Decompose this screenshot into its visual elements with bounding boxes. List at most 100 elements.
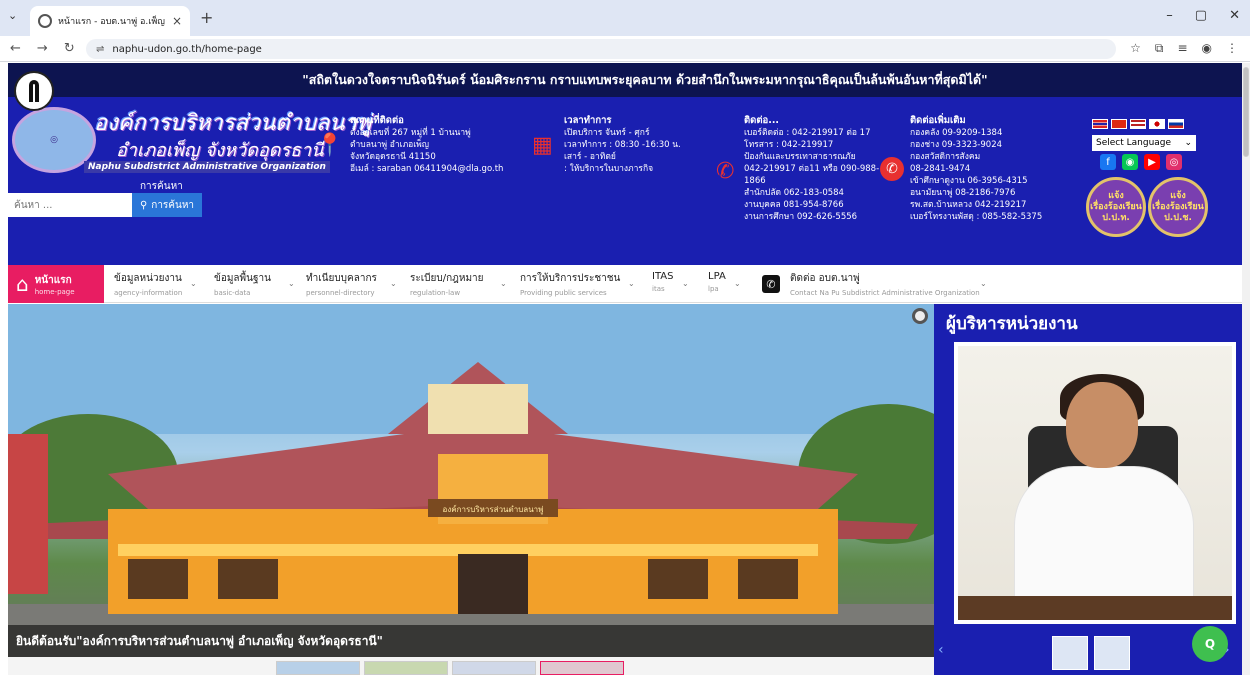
- slide-thumbnail[interactable]: [276, 661, 360, 675]
- nav-buttons: ← → ↻: [10, 41, 75, 56]
- contact-line: เบอร์ติดต่อ : 042-219917 ต่อ 17: [744, 128, 871, 138]
- reload-icon[interactable]: ↻: [64, 41, 75, 56]
- home-icon: ⌂: [16, 272, 29, 296]
- slideshow-pause-icon[interactable]: [912, 308, 928, 324]
- executive-thumbnail[interactable]: [1052, 636, 1088, 670]
- facebook-icon[interactable]: f: [1100, 154, 1116, 170]
- russia-flag-icon[interactable]: [1168, 119, 1184, 129]
- language-select[interactable]: Select Language ⌄: [1092, 135, 1196, 151]
- hero-caption: ยินดีต้อนรับ"องค์การบริหารส่วนตำบลนาพู่ …: [8, 625, 934, 657]
- slide-thumbnail[interactable]: [364, 661, 448, 675]
- browser-tabstrip: ⌄ หน้าแรก - อบต.นาพู่ อ.เพ็ญ จ.อุดร × + …: [0, 0, 1250, 36]
- search-input[interactable]: [8, 193, 132, 217]
- nav-item-contact[interactable]: ติดต่อ อบต.นาพู่ Contact Na Pu Subdistri…: [790, 271, 987, 297]
- org-name-en: Naphu Subdistrict Administrative Organiz…: [84, 161, 330, 173]
- contact-line: โทรสาร : 042-219917: [744, 140, 834, 150]
- royal-slogan-bar: "สถิตในดวงใจตราบนิจนิรันดร์ น้อมศิระกราน…: [8, 63, 1242, 97]
- more-contact-line: อนามัยนาพู่ 08-2186-7976: [910, 188, 1016, 198]
- chat-assistant-icon[interactable]: Q: [1192, 626, 1228, 662]
- url-field[interactable]: ⇌ naphu-udon.go.th/home-page: [86, 39, 1116, 59]
- contact-heading: ติดต่อ...: [744, 115, 780, 126]
- nav-item-home[interactable]: ⌂ หน้าแรก home-page: [8, 265, 104, 303]
- nav-item-personnel-directory[interactable]: ทำเนียบบุคลากร personnel-directory ⌄: [306, 271, 397, 297]
- reading-mode-icon[interactable]: ≡: [1177, 41, 1187, 56]
- scrollbar-thumb[interactable]: [1243, 67, 1249, 157]
- language-flags: [1092, 119, 1184, 129]
- nav-item-regulation-law[interactable]: ระเบียบ/กฎหมาย regulation-law ⌄: [410, 271, 507, 297]
- nav-sublabel: Contact Na Pu Subdistrict Administrative…: [790, 289, 980, 297]
- nav-item-basic-data[interactable]: ข้อมูลพื้นฐาน basic-data ⌄: [214, 271, 295, 297]
- phone-icon: ✆: [716, 159, 735, 184]
- executive-panel-title: ผู้บริหารหน่วยงาน: [946, 314, 1078, 334]
- youtube-icon[interactable]: ▶: [1144, 154, 1160, 170]
- nav-item-lpa[interactable]: LPA lpa ⌄: [708, 271, 741, 293]
- close-window-button[interactable]: ✕: [1229, 8, 1240, 23]
- more-contact-line: รพ.สต.บ้านหลวง 042-219217: [910, 200, 1027, 210]
- us-flag-icon[interactable]: [1130, 119, 1146, 129]
- more-contact-line: 08-2841-9474: [910, 164, 971, 174]
- complaint-nacc-badge[interactable]: แจ้ง เรื่องร้องเรียน ป.ป.ช.: [1148, 177, 1208, 237]
- more-contact-heading: ติดต่อเพิ่มเติม: [910, 115, 966, 126]
- slide-thumbnail[interactable]: [540, 661, 624, 675]
- instagram-icon[interactable]: ◎: [1166, 154, 1182, 170]
- extensions-icon[interactable]: ⧉: [1155, 41, 1164, 56]
- executive-thumbnail[interactable]: [1094, 636, 1130, 670]
- profile-icon[interactable]: ◉: [1202, 41, 1212, 56]
- page-scrollbar[interactable]: [1242, 63, 1250, 675]
- forward-icon[interactable]: →: [37, 41, 48, 56]
- toolbar-right: ☆ ⧉ ≡ ◉ ⋮: [1130, 41, 1238, 56]
- calendar-icon: ▦: [532, 133, 553, 158]
- menu-kebab-icon[interactable]: ⋮: [1226, 41, 1238, 56]
- site-info-icon[interactable]: ⇌: [96, 44, 104, 55]
- china-flag-icon[interactable]: [1111, 119, 1127, 129]
- chevron-down-icon: ⌄: [288, 279, 295, 288]
- contact-line: งานบุคคล 081-954-8766: [744, 200, 844, 210]
- nav-item-agency-information[interactable]: ข้อมูลหน่วยงาน agency-information ⌄: [114, 271, 197, 297]
- minimize-button[interactable]: –: [1166, 8, 1173, 23]
- nav-label: ทำเนียบบุคลากร: [306, 273, 377, 284]
- address-line: จังหวัดอุดรธานี 41150: [350, 152, 436, 162]
- maximize-button[interactable]: ▢: [1195, 8, 1207, 23]
- japan-flag-icon[interactable]: [1149, 119, 1165, 129]
- browser-tab[interactable]: หน้าแรก - อบต.นาพู่ อ.เพ็ญ จ.อุดร ×: [30, 6, 190, 36]
- new-tab-button[interactable]: +: [200, 8, 213, 27]
- nav-label: LPA: [708, 271, 726, 282]
- language-select-value: Select Language: [1096, 138, 1172, 148]
- hours-line: เวลาทำการ : 08:30 -16:30 น.: [564, 140, 681, 150]
- hours-line: เสาร์ - อาทิตย์: [564, 152, 616, 162]
- tab-close-icon[interactable]: ×: [172, 14, 182, 28]
- social-links: f ◉ ▶ ◎: [1100, 154, 1182, 170]
- complaint-pptc-badge[interactable]: แจ้ง เรื่องร้องเรียน ป.ป.ท.: [1086, 177, 1146, 237]
- back-icon[interactable]: ←: [10, 41, 21, 56]
- chevron-down-icon: ⌄: [500, 279, 507, 288]
- nav-item-public-services[interactable]: การให้บริการประชาชน Providing public ser…: [520, 271, 635, 297]
- hero-slideshow[interactable]: องค์การบริหารส่วนตำบลนาพู่ ยินดีต้อนรับ"…: [8, 304, 934, 675]
- nav-sublabel: itas: [652, 285, 665, 293]
- contact-line: สำนักปลัด 062-183-0584: [744, 188, 844, 198]
- nav-item-itas[interactable]: ITAS itas ⌄: [652, 271, 689, 293]
- slide-thumbnail[interactable]: [452, 661, 536, 675]
- line-icon[interactable]: ◉: [1122, 154, 1138, 170]
- more-contact-line: กองช่าง 09-3323-9024: [910, 140, 1003, 150]
- tab-search-icon[interactable]: ⌄: [8, 9, 17, 22]
- contact-line: 1866: [744, 176, 766, 186]
- hero-thumbnail-strip: [8, 657, 934, 675]
- bookmark-star-icon[interactable]: ☆: [1130, 41, 1141, 56]
- carousel-prev-icon[interactable]: ‹: [938, 642, 944, 658]
- mourning-ribbon-icon: [14, 71, 54, 111]
- nav-sublabel: personnel-directory: [306, 289, 375, 297]
- search-label: การค้นหา: [140, 181, 183, 192]
- search-button[interactable]: ⚲ การค้นหา: [132, 193, 202, 217]
- thai-flag-icon[interactable]: [1092, 119, 1108, 129]
- map-pin-icon: 📍: [316, 133, 344, 158]
- search-button-label: การค้นหา: [151, 199, 195, 211]
- address-heading: สถานที่ติดต่อ: [350, 115, 404, 126]
- executive-panel: ผู้บริหารหน่วยงาน ‹ ›: [934, 304, 1242, 675]
- nav-sublabel: basic-data: [214, 289, 251, 297]
- executive-portrait[interactable]: [954, 342, 1236, 624]
- hours-heading: เวลาทำการ: [564, 115, 612, 126]
- chevron-down-icon: ⌄: [390, 279, 397, 288]
- contact-line: ป้องกันและบรรเทาสาธารณภัย: [744, 152, 856, 162]
- office-building-photo: องค์การบริหารส่วนตำบลนาพู่: [8, 304, 934, 675]
- nav-sublabel: Providing public services: [520, 289, 607, 297]
